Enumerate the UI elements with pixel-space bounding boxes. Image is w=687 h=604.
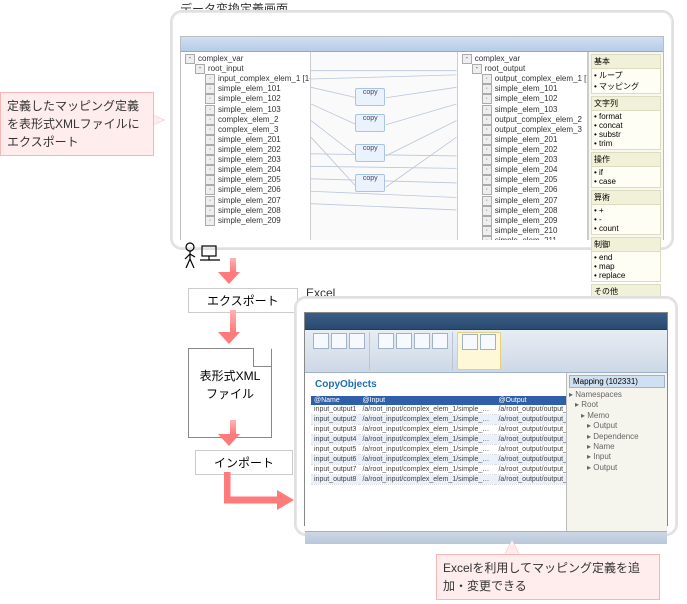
map-node[interactable]: copy <box>355 144 385 162</box>
table-row[interactable]: input_output8/a/root_input/complex_elem_… <box>311 475 566 485</box>
xml-tree-node[interactable]: ▸ Output <box>569 463 665 473</box>
palette-item[interactable]: • replace <box>594 271 658 280</box>
palette-item[interactable]: • format <box>594 112 658 121</box>
mapper-panel: -complex_var-root_input·input_complex_el… <box>170 10 674 250</box>
excel-statusbar <box>305 531 667 544</box>
palette-item[interactable]: • ループ <box>594 70 658 81</box>
xml-tree-node[interactable]: ▸ Memo <box>569 411 665 421</box>
xml-tree-node[interactable]: ▸ Namespaces <box>569 390 665 400</box>
table-header: @Name <box>311 396 359 405</box>
export-description-callout: 定義したマッピング定義を表形式XMLファイルにエクスポート <box>0 92 154 156</box>
arrow-down-icon <box>226 310 240 344</box>
palette-item[interactable]: • マッピング <box>594 81 658 92</box>
palette-item[interactable]: • + <box>594 206 658 215</box>
palette-item[interactable]: • map <box>594 262 658 271</box>
ribbon-button[interactable] <box>432 333 448 349</box>
palette-item[interactable]: • count <box>594 224 658 233</box>
xml-pane-header: Mapping (102331) <box>569 375 665 388</box>
window-titlebar <box>181 37 663 52</box>
table-row[interactable]: input_output3/a/root_input/complex_elem_… <box>311 425 566 435</box>
ribbon-button[interactable] <box>462 334 478 350</box>
xml-tree-node[interactable]: ▸ Input <box>569 452 665 462</box>
excel-window: CopyObjects @Name@Input@Output input_out… <box>304 312 668 526</box>
export-step-label: エクスポート <box>188 288 298 313</box>
excel-sheet[interactable]: CopyObjects @Name@Input@Output input_out… <box>305 373 566 531</box>
xml-tree-node[interactable]: ▸ Name <box>569 442 665 452</box>
file-label-line1: 表形式XML <box>189 367 271 385</box>
palette-item[interactable]: • case <box>594 177 658 186</box>
table-header: @Output <box>495 396 566 405</box>
mapper-window: -complex_var-root_input·input_complex_el… <box>180 36 664 240</box>
table-row[interactable]: input_output7/a/root_input/complex_elem_… <box>311 465 566 475</box>
palette-item[interactable]: • concat <box>594 121 658 130</box>
elbow-arrow-icon <box>224 472 296 514</box>
table-row[interactable]: input_output6/a/root_input/complex_elem_… <box>311 455 566 465</box>
ribbon-group <box>374 332 453 370</box>
sheet-table-title: CopyObjects <box>305 373 566 396</box>
table-row[interactable]: input_output2/a/root_input/complex_elem_… <box>311 415 566 425</box>
xml-source-pane[interactable]: Mapping (102331) ▸ Namespaces▸ Root▸ Mem… <box>566 373 667 531</box>
palette-item[interactable]: • if <box>594 168 658 177</box>
ribbon-button[interactable] <box>331 333 347 349</box>
ribbon-group <box>309 332 370 370</box>
table-row[interactable]: input_output1/a/root_input/complex_elem_… <box>311 405 566 415</box>
excel-panel: CopyObjects @Name@Input@Output input_out… <box>294 296 678 536</box>
target-tree[interactable]: -complex_var-root_output·output_complex_… <box>458 52 588 240</box>
file-fold-icon <box>253 348 272 367</box>
xml-tree-node[interactable]: ▸ Dependence <box>569 432 665 442</box>
map-node[interactable]: copy <box>355 114 385 132</box>
user-at-computer-icon <box>178 236 222 279</box>
arrow-down-icon <box>226 420 240 446</box>
ribbon-button[interactable] <box>378 333 394 349</box>
excel-titlebar <box>305 313 667 330</box>
xml-tree-node[interactable]: ▸ Output <box>569 421 665 431</box>
map-node[interactable]: copy <box>355 174 385 192</box>
source-tree[interactable]: -complex_var-root_input·input_complex_el… <box>181 52 311 240</box>
palette-item[interactable]: • end <box>594 253 658 262</box>
table-header: @Input <box>359 396 495 405</box>
xml-tree[interactable]: ▸ Namespaces▸ Root▸ Memo▸ Output▸ Depend… <box>569 390 665 473</box>
ribbon-button[interactable] <box>480 334 496 350</box>
table-row[interactable]: input_output5/a/root_input/complex_elem_… <box>311 445 566 455</box>
function-palette: 基本• ループ• マッピング文字列• format• concat• subst… <box>588 52 663 240</box>
palette-item[interactable]: • - <box>594 215 658 224</box>
mapping-table: @Name@Input@Output input_output1/a/root_… <box>311 396 566 485</box>
ribbon-button[interactable] <box>396 333 412 349</box>
ribbon-button[interactable] <box>414 333 430 349</box>
excel-ribbon <box>305 330 667 373</box>
ribbon-button[interactable] <box>349 333 365 349</box>
file-label-line2: ファイル <box>189 385 271 403</box>
palette-item[interactable]: • substr <box>594 130 658 139</box>
ribbon-button[interactable] <box>313 333 329 349</box>
mapping-canvas[interactable]: copy copy copy copy <box>311 52 458 240</box>
excel-description-callout: Excelを利用してマッピング定義を追加・変更できる <box>436 554 660 600</box>
ribbon-group-highlighted <box>457 332 501 370</box>
arrow-down-icon <box>226 258 240 284</box>
xml-tree-node[interactable]: ▸ Root <box>569 400 665 410</box>
palette-item[interactable]: • trim <box>594 139 658 148</box>
table-row[interactable]: input_output4/a/root_input/complex_elem_… <box>311 435 566 445</box>
map-node[interactable]: copy <box>355 88 385 106</box>
